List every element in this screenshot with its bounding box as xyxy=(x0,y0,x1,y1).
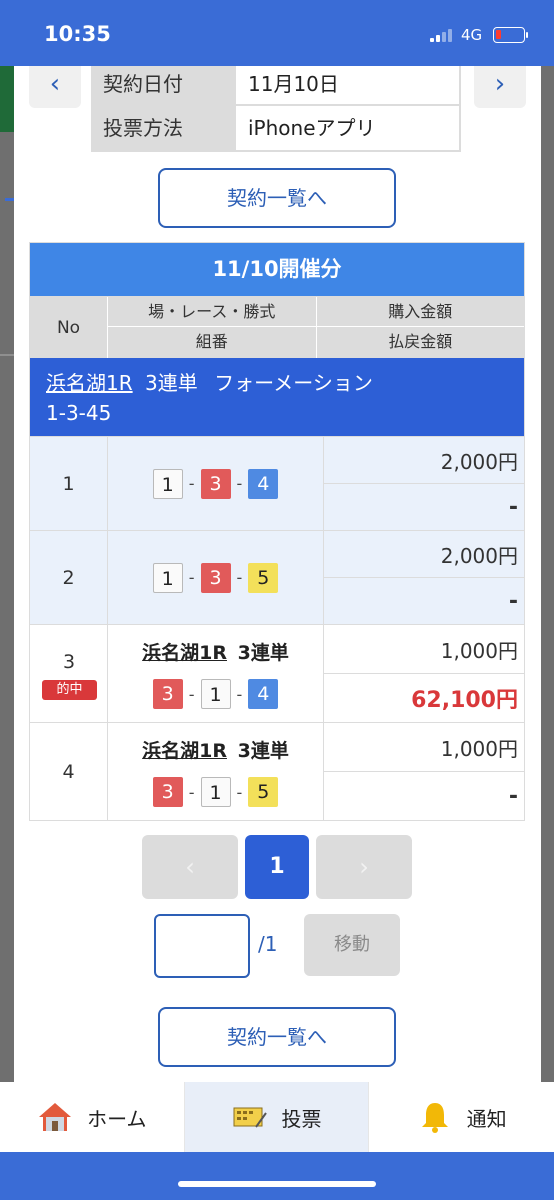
payout-amount: - xyxy=(324,577,524,624)
row-no: 2 xyxy=(30,531,108,624)
purchase-amount: 2,000円 xyxy=(440,543,518,568)
boat-number: 1 xyxy=(152,562,183,593)
race-type: 3連単 xyxy=(237,642,289,664)
combo-separator: - xyxy=(188,568,195,587)
payout-amount: - xyxy=(324,483,524,530)
tab-home[interactable]: ホーム xyxy=(0,1082,185,1152)
contract-list-button-bottom[interactable]: 契約一覧へ xyxy=(158,1007,396,1067)
payout-amount: - xyxy=(324,771,524,820)
vote-method-value: iPhoneアプリ xyxy=(236,106,461,150)
bottom-tab-bar: ホーム 投票 通知 xyxy=(0,1082,554,1152)
tab-vote-label: 投票 xyxy=(281,1106,322,1131)
results-table: 11/10開催分 No 場・レース・勝式 組番 購入金額 払戻金額 浜名湖1R … xyxy=(29,242,525,821)
header-payout: 払戻金額 xyxy=(388,332,453,351)
boat-number: 5 xyxy=(248,777,279,807)
table-header: No 場・レース・勝式 組番 購入金額 払戻金額 xyxy=(30,296,524,358)
table-row: 1 1 - 3 - 4 2,000円 - xyxy=(30,436,524,530)
house-icon xyxy=(39,1103,72,1131)
header-race: 場・レース・勝式 xyxy=(108,297,316,327)
boat-number: 4 xyxy=(248,679,279,709)
boat-number: 3 xyxy=(200,562,231,593)
boat-number: 3 xyxy=(152,777,183,807)
bet-type: 3連単 xyxy=(144,371,198,395)
status-bar: 10:35 4G xyxy=(0,0,554,66)
background-page-right xyxy=(541,66,554,1082)
table-row-hit: 3 的中 浜名湖1R 3連単 3 - 1 - 4 1,000円 62,100円 xyxy=(30,624,524,722)
tab-home-label: ホーム xyxy=(87,1106,147,1131)
results-title: 11/10開催分 xyxy=(30,243,524,296)
boat-number: 3 xyxy=(200,468,231,499)
background-page-left xyxy=(0,66,14,1082)
status-time: 10:35 xyxy=(44,22,111,46)
boat-number: 3 xyxy=(152,679,183,709)
signal-icon xyxy=(430,28,454,42)
boat-number: 5 xyxy=(248,562,279,593)
purchase-amount: 2,000円 xyxy=(440,449,518,474)
boat-number: 1 xyxy=(200,777,231,807)
boat-number: 1 xyxy=(200,679,231,709)
race-venue-link[interactable]: 浜名湖1R xyxy=(142,642,227,664)
tab-notify[interactable]: 通知 xyxy=(369,1082,554,1152)
contract-list-button-top[interactable]: 契約一覧へ xyxy=(158,168,396,228)
battery-icon xyxy=(493,27,528,43)
payout-amount: 62,100円 xyxy=(324,673,524,722)
chevron-right-icon[interactable]: › xyxy=(474,66,526,108)
bet-style: フォーメーション xyxy=(214,371,373,395)
combo-separator: - xyxy=(236,782,243,802)
contract-date-label: 契約日付 xyxy=(91,66,236,104)
row-no: 3 xyxy=(62,651,76,673)
combo-numbers: 1 - 3 - 5 xyxy=(152,562,279,593)
ticket-icon xyxy=(233,1107,267,1128)
page-number-input[interactable] xyxy=(154,914,250,978)
race-venue-link[interactable]: 浜名湖1R xyxy=(142,740,227,762)
vote-method-label: 投票方法 xyxy=(91,106,236,150)
combo-separator: - xyxy=(188,684,195,704)
tab-notify-label: 通知 xyxy=(466,1106,507,1131)
combo-separator: - xyxy=(188,474,195,493)
bet-combo: 1-3-45 xyxy=(46,401,112,425)
boat-number: 1 xyxy=(152,468,183,499)
combo-numbers: 3 - 1 - 5 xyxy=(152,777,279,807)
pager-prev-button[interactable]: ‹ xyxy=(142,835,238,899)
combo-separator: - xyxy=(236,474,243,493)
row-no: 1 xyxy=(30,437,108,530)
combo-separator: - xyxy=(236,568,243,587)
combo-separator: - xyxy=(236,684,243,704)
pager-next-button[interactable]: › xyxy=(316,835,412,899)
network-type: 4G xyxy=(461,26,483,44)
header-amount: 購入金額 xyxy=(316,297,524,327)
combo-numbers: 3 - 1 - 4 xyxy=(152,679,279,709)
header-combo: 組番 xyxy=(195,332,228,351)
bet-group-header: 浜名湖1R 3連単 フォーメーション 1-3-45 xyxy=(30,358,524,436)
bell-icon xyxy=(421,1103,448,1133)
page-total: /1 xyxy=(258,932,278,956)
purchase-amount: 1,000円 xyxy=(440,736,518,761)
combo-separator: - xyxy=(188,782,195,802)
contract-info-table: 契約日付 11月10日 投票方法 iPhoneアプリ xyxy=(91,66,461,152)
contract-detail-sheet: ‹ › 契約日付 11月10日 投票方法 iPhoneアプリ 契約一覧へ 11/… xyxy=(14,66,541,1082)
venue-race-link[interactable]: 浜名湖1R xyxy=(46,371,133,395)
contract-date-value: 11月10日 xyxy=(236,66,461,104)
row-no: 4 xyxy=(30,723,108,820)
race-type: 3連単 xyxy=(237,740,289,762)
hit-badge: 的中 xyxy=(42,680,97,700)
header-no: No xyxy=(30,297,108,358)
move-button[interactable]: 移動 xyxy=(304,914,400,976)
table-row: 2 1 - 3 - 5 2,000円 - xyxy=(30,530,524,624)
purchase-amount: 1,000円 xyxy=(440,638,518,663)
combo-numbers: 1 - 3 - 4 xyxy=(152,468,279,499)
race-label: 浜名湖1R 3連単 xyxy=(142,638,289,665)
race-label: 浜名湖1R 3連単 xyxy=(142,736,289,763)
table-row: 4 浜名湖1R 3連単 3 - 1 - 5 1,000円 - xyxy=(30,722,524,820)
pager-current-page[interactable]: 1 xyxy=(245,835,309,899)
tab-vote[interactable]: 投票 xyxy=(184,1082,370,1152)
chevron-left-icon[interactable]: ‹ xyxy=(29,66,81,108)
boat-number: 4 xyxy=(248,468,279,499)
home-indicator xyxy=(178,1181,376,1187)
